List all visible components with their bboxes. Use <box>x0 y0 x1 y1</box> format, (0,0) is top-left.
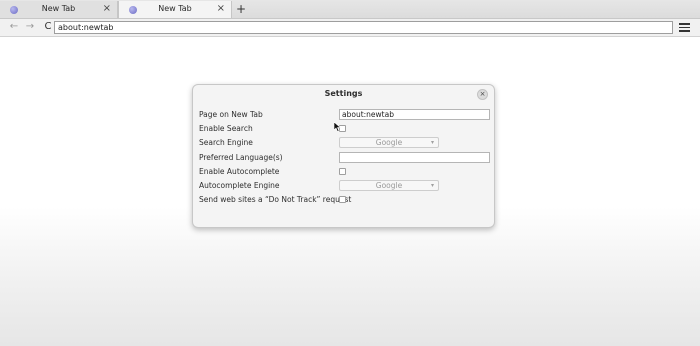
label-autocomplete-engine: Autocomplete Engine <box>199 181 280 190</box>
new-tab-button[interactable]: + <box>234 1 248 17</box>
enable-autocomplete-checkbox[interactable] <box>339 168 346 175</box>
tab-2-close-icon[interactable]: × <box>217 3 225 15</box>
forward-button[interactable]: → <box>24 20 36 34</box>
dropdown-arrow-icon: ▾ <box>430 182 434 189</box>
dialog-close-icon[interactable]: × <box>477 89 488 100</box>
url-input[interactable]: about:newtab <box>54 21 673 34</box>
tab-1-label: New Tab <box>41 4 76 13</box>
new-tab-page-input[interactable]: about:newtab <box>339 109 490 120</box>
tab-strip: New Tab × New Tab × + <box>0 0 700 19</box>
tab-2[interactable]: New Tab × <box>118 1 232 18</box>
hamburger-menu-icon[interactable] <box>679 21 690 33</box>
back-button[interactable]: ← <box>8 20 20 34</box>
label-enable-autocomplete: Enable Autocomplete <box>199 167 280 176</box>
label-enable-search: Enable Search <box>199 124 253 133</box>
tab-2-label: New Tab <box>158 4 192 13</box>
autocomplete-engine-value: Google <box>375 181 403 190</box>
settings-dialog: Settings × Page on New Tab about:newtab … <box>192 84 495 228</box>
do-not-track-checkbox[interactable] <box>339 196 346 203</box>
preferred-languages-input[interactable] <box>339 152 490 163</box>
tab-1[interactable]: New Tab × <box>0 1 118 18</box>
dialog-title: Settings <box>324 89 363 98</box>
dropdown-arrow-icon: ▾ <box>430 139 434 146</box>
navigation-bar: ← → C about:newtab <box>0 19 700 37</box>
label-search-engine: Search Engine <box>199 138 253 147</box>
label-do-not-track: Send web sites a “Do Not Track” request <box>199 195 352 204</box>
tab-1-close-icon[interactable]: × <box>103 3 111 15</box>
autocomplete-engine-select[interactable]: Google ▾ <box>339 180 439 191</box>
label-preferred-languages: Preferred Language(s) <box>199 153 283 162</box>
label-page-on-new-tab: Page on New Tab <box>199 110 263 119</box>
reload-button[interactable]: C <box>42 20 54 34</box>
search-engine-value: Google <box>375 138 403 147</box>
mouse-cursor-icon <box>334 122 342 132</box>
search-engine-select[interactable]: Google ▾ <box>339 137 439 148</box>
